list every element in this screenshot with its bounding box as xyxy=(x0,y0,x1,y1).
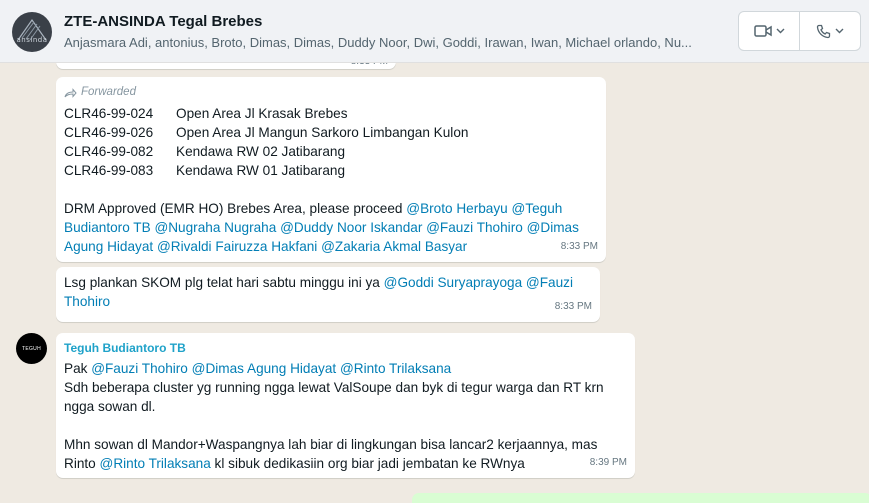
site-place: Open Area Jl Mangun Sarkoro Limbangan Ku… xyxy=(176,125,469,140)
message-time: 8:33 PM xyxy=(351,63,388,71)
group-members[interactable]: Anjasmara Adi, antonius, Broto, Dimas, D… xyxy=(64,35,732,50)
message-text: DRM Approved (EMR HO) Brebes Area, pleas… xyxy=(64,199,594,256)
message-time: 8:33 PM xyxy=(554,301,592,312)
mention-link[interactable]: @Fauzi Thohiro xyxy=(426,220,523,235)
message-bubble[interactable]: Teguh Budiantoro TB Pak @Fauzi Thohiro @… xyxy=(56,333,635,478)
group-avatar[interactable]: ansinda xyxy=(12,12,52,52)
mention-link[interactable]: @Duddy Noor Iskandar xyxy=(280,220,422,235)
message-time: 8:33 PM xyxy=(560,241,598,252)
site-row: CLR46-99-083 Kendawa RW 01 Jatibarang xyxy=(64,161,598,180)
forwarded-label: Forwarded xyxy=(64,83,598,102)
phone-icon xyxy=(816,24,831,38)
site-code: CLR46-99-082 xyxy=(64,144,154,159)
video-camera-icon xyxy=(753,25,772,37)
chevron-down-icon xyxy=(776,28,784,34)
video-call-button[interactable] xyxy=(739,12,799,50)
mention-link[interactable]: @Zakaria Akmal Basyar xyxy=(321,239,467,254)
message-list[interactable]: 8:33 PM Forwarded CLR46-99-024 Open Area … xyxy=(0,63,869,503)
message-text-plain: DRM Approved (EMR HO) Brebes Area, pleas… xyxy=(64,201,407,216)
group-avatar-logo-text: ansinda xyxy=(16,36,48,44)
message-text-plain: Pak xyxy=(64,361,92,376)
chevron-down-icon xyxy=(835,28,844,34)
mention-link[interactable]: @Rivaldi Fairuzza Hakfani xyxy=(157,239,317,254)
mention-link[interactable]: @Fauzi Thohiro xyxy=(91,361,188,376)
voice-call-button[interactable] xyxy=(799,12,860,50)
message-text: Pak @Fauzi Thohiro @Dimas Agung Hidayat … xyxy=(64,359,624,473)
sender-avatar[interactable]: TEGUH xyxy=(16,333,47,364)
forwarded-text: Forwarded xyxy=(81,86,136,98)
previous-message-bubble[interactable]: 8:33 PM xyxy=(56,63,396,69)
message-line: Pak @Fauzi Thohiro @Dimas Agung Hidayat … xyxy=(64,359,624,378)
message-line: Sdh beberapa cluster yg running ngga lew… xyxy=(64,380,604,414)
sender-name[interactable]: Teguh Budiantoro TB xyxy=(64,339,627,358)
mention-link[interactable]: @Broto Herbayu xyxy=(406,201,507,216)
mention-link[interactable]: @Rinto Trilaksana xyxy=(340,361,451,376)
message-bubble[interactable]: Lsg plankan SKOM plg telat hari sabtu mi… xyxy=(56,267,600,322)
site-place: Kendawa RW 02 Jatibarang xyxy=(176,144,346,159)
message-bubble[interactable]: Forwarded CLR46-99-024 Open Area Jl Krasa… xyxy=(56,77,606,262)
message-text: Lsg plankan SKOM plg telat hari sabtu mi… xyxy=(64,273,584,311)
site-row: CLR46-99-024 Open Area Jl Krasak Brebes xyxy=(64,104,598,123)
message-time: 8:39 PM xyxy=(589,457,627,468)
mention-link[interactable]: @Dimas Agung Hidayat xyxy=(192,361,337,376)
mention-link[interactable]: @Nugraha Nugraha xyxy=(154,220,276,235)
group-title[interactable]: ZTE-ANSINDA Tegal Brebes xyxy=(64,13,262,30)
mention-link[interactable]: @Rinto Trilaksana xyxy=(100,456,211,471)
message-text-plain: Lsg plankan SKOM plg telat hari sabtu mi… xyxy=(64,275,384,290)
site-row: CLR46-99-026 Open Area Jl Mangun Sarkoro … xyxy=(64,123,598,142)
mention-link[interactable]: @Goddi Suryaprayoga xyxy=(384,275,523,290)
site-row: CLR46-99-082 Kendawa RW 02 Jatibarang xyxy=(64,142,598,161)
site-place: Open Area Jl Krasak Brebes xyxy=(176,106,348,121)
message-line: Mhn sowan dl Mandor+Waspangnya lah biar … xyxy=(64,435,624,473)
call-buttons xyxy=(738,11,861,51)
site-code: CLR46-99-026 xyxy=(64,125,154,140)
site-place: Kendawa RW 01 Jatibarang xyxy=(176,163,346,178)
next-message-bubble[interactable] xyxy=(412,493,869,503)
site-code: CLR46-99-083 xyxy=(64,163,154,178)
forward-arrow-icon xyxy=(64,87,77,98)
site-code: CLR46-99-024 xyxy=(64,106,154,121)
message-text-plain: kl sibuk dedikasiin org biar jadi jembat… xyxy=(210,456,525,471)
chat-header: ansinda ZTE-ANSINDA Tegal Brebes Anjasma… xyxy=(0,0,869,63)
